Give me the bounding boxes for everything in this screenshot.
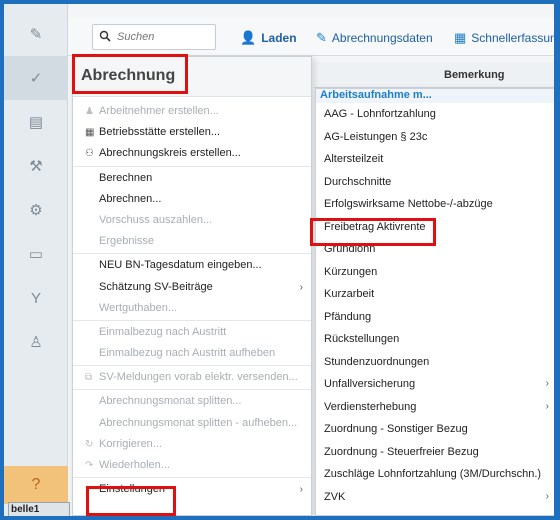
submenu-item-erfolgswirksame-nettobezuege[interactable]: Erfolgswirksame Nettobe-/-abzüge bbox=[316, 193, 554, 216]
toolbar: 👤 Laden ✎ Abrechnungsdaten ▦ Schnellerfa… bbox=[68, 18, 554, 56]
send-icon: ⧉ bbox=[85, 372, 93, 384]
submenu-item-stundenzuordnungen[interactable]: Stundenzuordnungen bbox=[316, 351, 554, 374]
menu-item-korrigieren[interactable]: ↻ Korrigieren... bbox=[73, 434, 311, 455]
abrechnungsdaten-button[interactable]: ✎ Abrechnungsdaten bbox=[316, 28, 433, 48]
menu-item-schaetzung-sv-beitraege[interactable]: Schätzung SV-Beiträge › bbox=[73, 277, 311, 298]
person-icon[interactable]: ♙ bbox=[4, 320, 68, 364]
submenu-item-pfaendung[interactable]: Pfändung bbox=[316, 306, 554, 329]
abrechnungsdaten-label: Abrechnungsdaten bbox=[331, 31, 433, 45]
menu-title: Abrechnung bbox=[73, 57, 311, 97]
submenu-item-verdiensterhebung[interactable]: Verdiensterhebung › bbox=[316, 396, 554, 419]
menu-divider bbox=[73, 477, 311, 479]
check-icon[interactable]: ✓ bbox=[4, 56, 68, 100]
menu-item-abrechnen[interactable]: Abrechnen... bbox=[73, 189, 311, 210]
menu-divider bbox=[73, 389, 311, 391]
group-icon: ⚇ bbox=[85, 148, 94, 160]
menu-item-einmalbezug-nach-austritt[interactable]: Einmalbezug nach Austritt bbox=[73, 322, 311, 343]
submenu-item-zuordnung-sonstiger-bezug[interactable]: Zuordnung - Sonstiger Bezug bbox=[316, 418, 554, 441]
submenu-item-zuschlaege-lohnfortzahlung[interactable]: Zuschläge Lohnfortzahlung (3M/Durchschn.… bbox=[316, 463, 554, 486]
settings-icon[interactable]: ⚙ bbox=[4, 188, 68, 232]
document-icon[interactable]: ▤ bbox=[4, 100, 68, 144]
tools-icon[interactable]: Y bbox=[4, 276, 68, 320]
building-icon: ▦ bbox=[85, 127, 95, 139]
archive-icon[interactable]: ▭ bbox=[4, 232, 68, 276]
menu-item-betriebsstaette-erstellen[interactable]: ▦ Betriebsstätte erstellen... bbox=[73, 122, 311, 143]
submenu-item-kuerzungen[interactable]: Kürzungen bbox=[316, 261, 554, 284]
abrechnung-menu: Abrechnung ♟ Arbeitnehmer erstellen... ▦ B… bbox=[72, 56, 312, 516]
pencil-icon: ✎ bbox=[316, 30, 327, 45]
submenu-item-aag-lohnfortzahlung[interactable]: AAG - Lohnfortzahlung bbox=[316, 103, 554, 126]
menu-item-ergebnisse[interactable]: Ergebnisse bbox=[73, 231, 311, 252]
menu-item-berechnen[interactable]: Berechnen bbox=[73, 168, 311, 189]
submenu-item-ag-leistungen[interactable]: AG-Leistungen § 23c bbox=[316, 126, 554, 149]
laden-button[interactable]: 👤 Laden bbox=[240, 28, 297, 48]
person-icon: ♟ bbox=[85, 106, 94, 117]
icon-rail: ✎ ✓ ▤ ⚒ ⚙ ▭ Y ♙ ? bbox=[4, 4, 68, 516]
schnellerfassung-label: Schnellerfassung bbox=[471, 31, 560, 45]
menu-divider bbox=[73, 365, 311, 367]
chevron-right-icon: › bbox=[299, 484, 303, 496]
submenu-header: Arbeitsaufnahme m... bbox=[316, 89, 554, 103]
menu-divider bbox=[73, 319, 311, 321]
search-box[interactable] bbox=[92, 24, 216, 50]
menu-item-vorschuss-auszahlen[interactable]: Vorschuss auszahlen... bbox=[73, 210, 311, 231]
pencil-icon[interactable]: ✎ bbox=[4, 12, 68, 56]
refresh-icon: ↻ bbox=[85, 438, 94, 450]
submenu-item-zvk[interactable]: ZVK › bbox=[316, 486, 554, 509]
submenu-item-altersteilzeit[interactable]: Altersteilzeit bbox=[316, 148, 554, 171]
menu-item-einmalbezug-aufheben[interactable]: Einmalbezug nach Austritt aufheben bbox=[73, 343, 311, 364]
menu-divider bbox=[73, 165, 311, 167]
menu-item-neu-bn-tagesdatum[interactable]: NEU BN-Tagesdatum eingeben... bbox=[73, 255, 311, 276]
einstellungen-submenu: Arbeitsaufnahme m... AAG - Lohnfortzahlu… bbox=[315, 88, 554, 516]
menu-divider bbox=[73, 253, 311, 255]
chevron-right-icon: › bbox=[545, 490, 549, 502]
chevron-right-icon: › bbox=[299, 281, 303, 293]
sheet-tab[interactable]: belle1 bbox=[8, 502, 70, 516]
search-input[interactable] bbox=[117, 31, 213, 43]
chevron-right-icon: › bbox=[545, 378, 549, 389]
submenu-item-grundlohn[interactable]: Grundlohn bbox=[316, 238, 554, 261]
schnellerfassung-button[interactable]: ▦ Schnellerfassung bbox=[454, 28, 560, 48]
app-window: ✎ ✓ ▤ ⚒ ⚙ ▭ Y ♙ ? belle1 👤 Laden ✎ Abrec… bbox=[0, 0, 560, 520]
person-icon: 👤 bbox=[240, 30, 257, 45]
column-header: Bemerkung bbox=[314, 62, 554, 88]
submenu-item-unfallversicherung[interactable]: Unfallversicherung › bbox=[316, 373, 554, 396]
chevron-right-icon: › bbox=[545, 400, 549, 412]
search-icon bbox=[99, 30, 111, 45]
menu-item-monat-splitten[interactable]: Abrechnungsmonat splitten... bbox=[73, 391, 311, 412]
column-header-bemerkung[interactable]: Bemerkung bbox=[444, 69, 505, 81]
menu-item-wiederholen[interactable]: ↷ Wiederholen... bbox=[73, 455, 311, 476]
menu-item-einstellungen[interactable]: Einstellungen › bbox=[73, 479, 311, 500]
worker-icon[interactable]: ⚒ bbox=[4, 144, 68, 188]
submenu-item-freibetrag-aktivrente[interactable]: Freibetrag Aktivrente bbox=[316, 216, 554, 239]
menu-item-monat-splitten-aufheben[interactable]: Abrechnungsmonat splitten - aufheben... bbox=[73, 413, 311, 434]
submenu-item-kurzarbeit[interactable]: Kurzarbeit bbox=[316, 283, 554, 306]
menu-item-sv-meldungen[interactable]: ⧉ SV-Meldungen vorab elektr. versenden... bbox=[73, 367, 311, 388]
laden-label: Laden bbox=[261, 31, 297, 45]
redo-icon: ↷ bbox=[85, 460, 94, 471]
menu-item-wertguthaben[interactable]: Wertguthaben... bbox=[73, 298, 311, 319]
menu-item-abrechnungskreis-erstellen[interactable]: ⚇ Abrechnungskreis erstellen... bbox=[73, 143, 311, 164]
submenu-item-zuordnung-steuerfreier-bezug[interactable]: Zuordnung - Steuerfreier Bezug bbox=[316, 441, 554, 464]
help-icon[interactable]: ? bbox=[4, 466, 68, 504]
menu-item-arbeitnehmer-erstellen[interactable]: ♟ Arbeitnehmer erstellen... bbox=[73, 101, 311, 122]
submenu-item-durchschnitte[interactable]: Durchschnitte bbox=[316, 171, 554, 194]
grid-icon: ▦ bbox=[454, 30, 467, 45]
submenu-item-rueckstellungen[interactable]: Rückstellungen bbox=[316, 328, 554, 351]
